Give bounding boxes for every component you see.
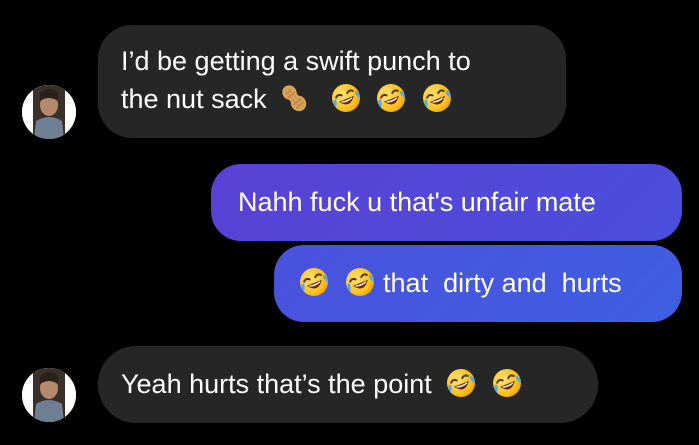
rolling-laughing-icon	[445, 366, 478, 399]
contact-avatar[interactable]	[22, 85, 76, 139]
message-text-line: the nut sack	[121, 80, 566, 118]
message-bubble-received[interactable]: Yeah hurts that’s the point	[98, 346, 598, 423]
message-text-line: I’d be getting a swift punch to	[121, 46, 471, 76]
message-bubble-sent[interactable]: Nahh fuck u that's unfair mate	[211, 164, 682, 241]
rolling-laughing-icon	[490, 366, 523, 399]
rolling-laughing-icon	[329, 81, 362, 114]
message-bubble-received[interactable]: I’d be getting a swift punch to the nut …	[98, 25, 566, 138]
message-bubble-sent[interactable]: that dirty and hurts	[274, 245, 682, 322]
message-text: that dirty and hurts	[383, 268, 622, 298]
message-text: Nahh fuck u that's unfair mate	[238, 187, 596, 217]
message-text: Yeah hurts that’s the point	[121, 369, 432, 399]
contact-avatar[interactable]	[22, 368, 76, 422]
rolling-laughing-icon	[343, 265, 376, 298]
peanut-icon	[278, 81, 311, 114]
rolling-laughing-icon	[375, 81, 408, 114]
message-text: the nut sack	[121, 84, 267, 114]
rolling-laughing-icon	[298, 265, 330, 298]
rolling-laughing-icon	[420, 81, 453, 114]
